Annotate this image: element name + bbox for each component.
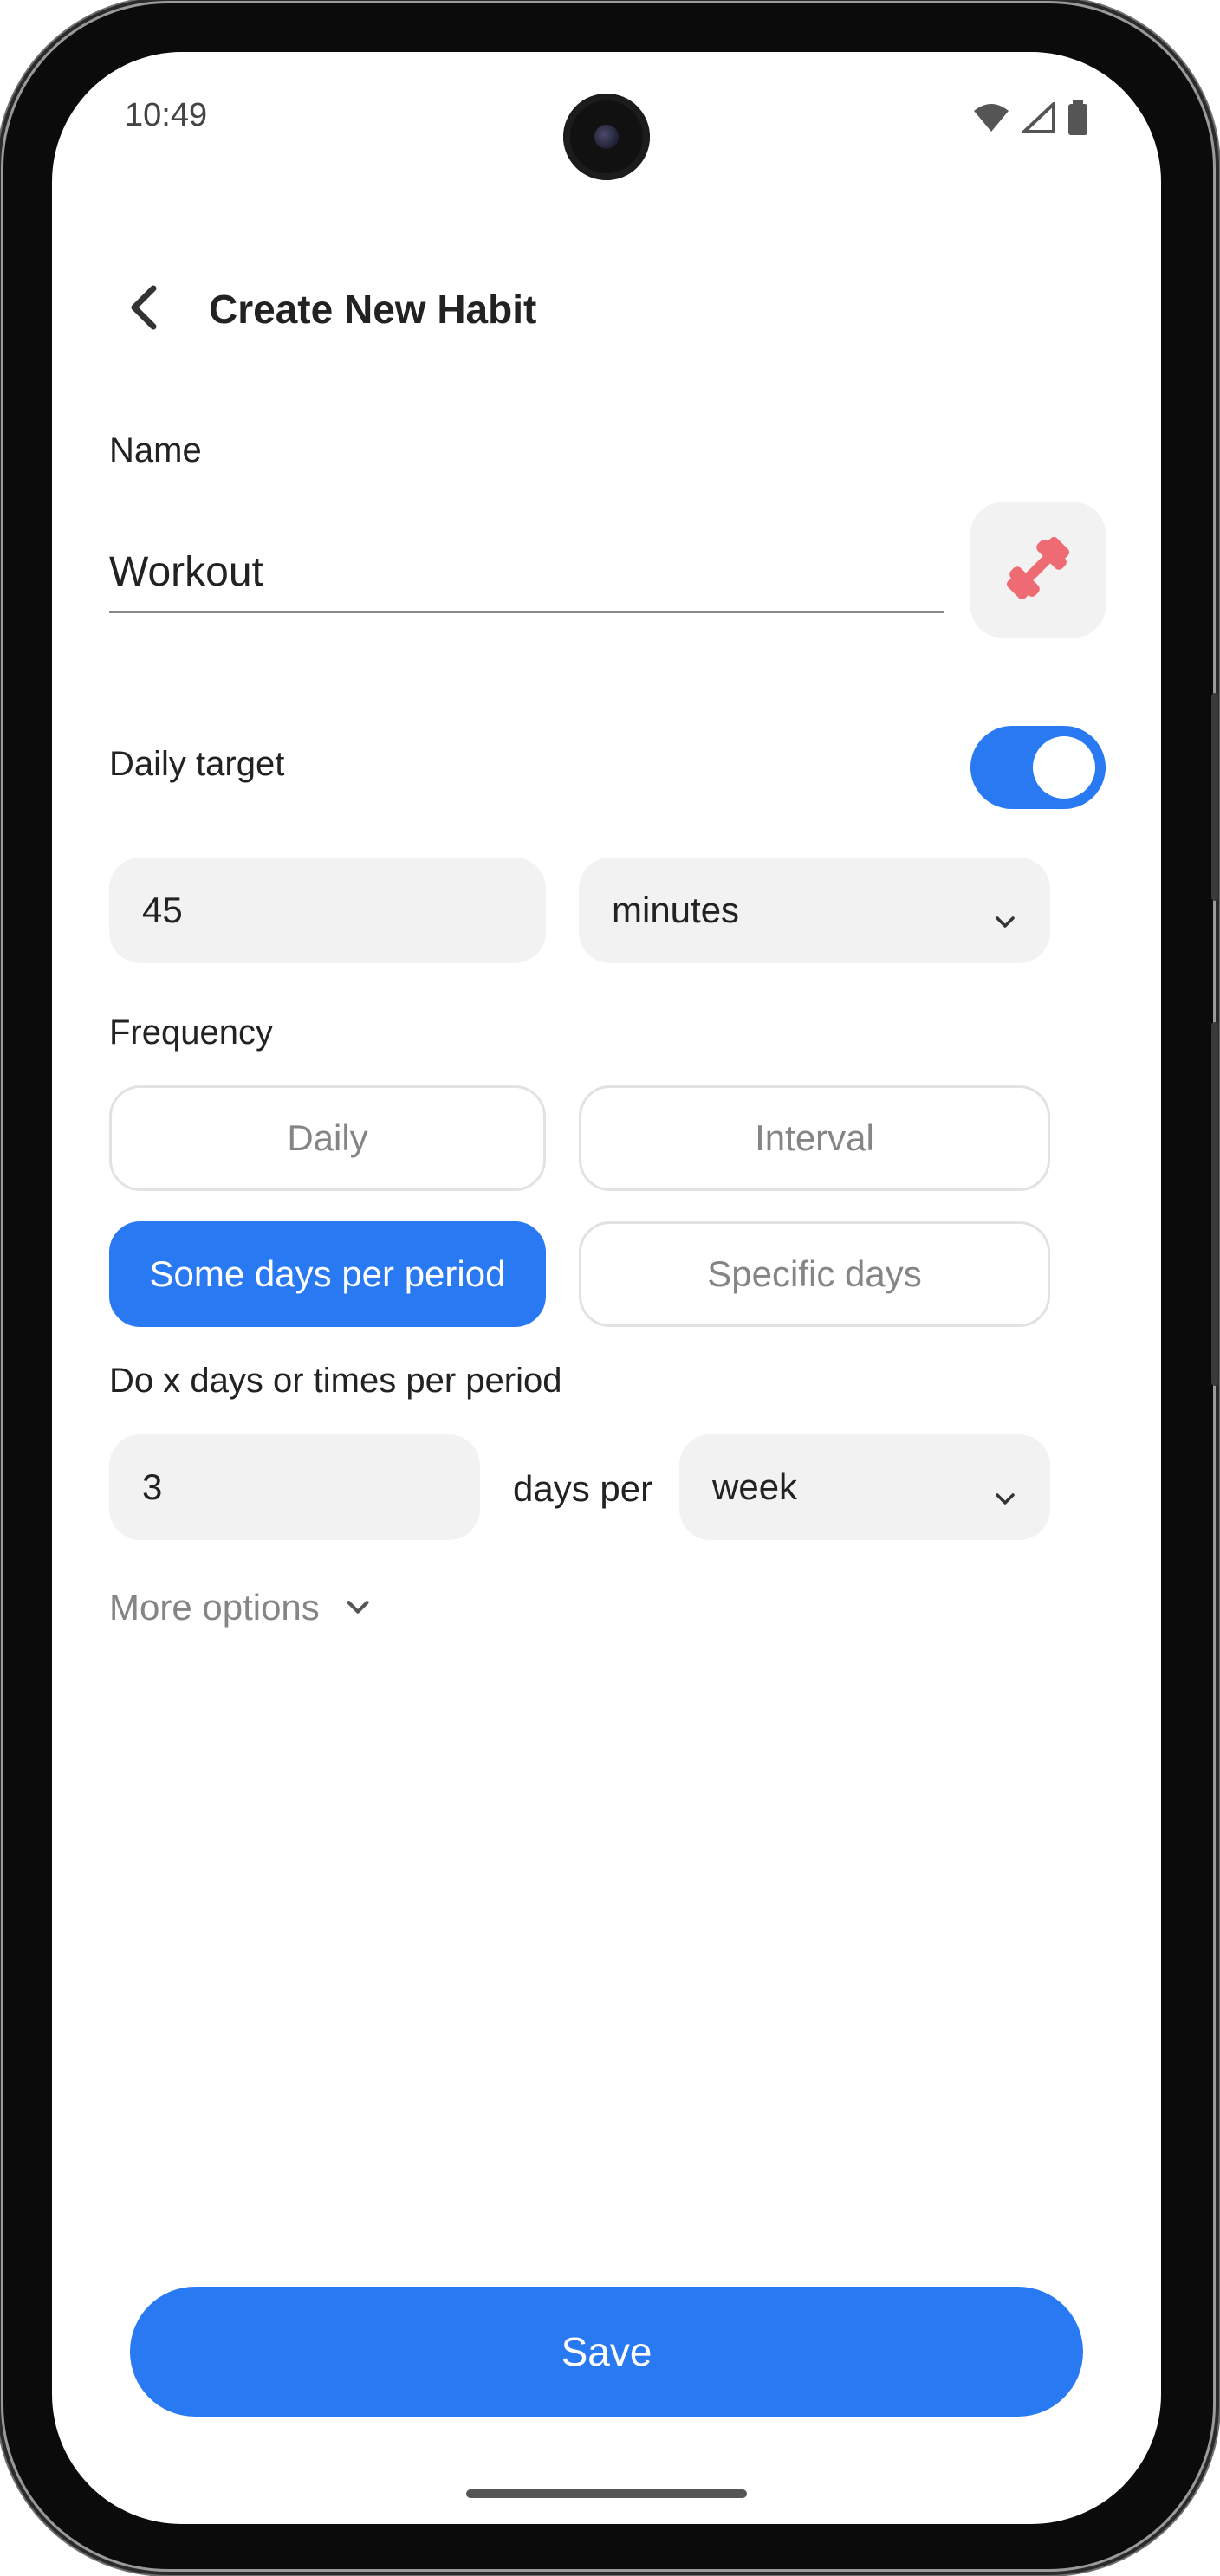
dumbbell-icon [1002, 532, 1074, 609]
power-button [1211, 693, 1218, 901]
volume-button [1211, 1022, 1218, 1386]
save-button[interactable]: Save [130, 2287, 1083, 2417]
period-value: week [712, 1466, 798, 1507]
status-time: 10:49 [125, 97, 208, 133]
target-unit-select[interactable]: minutes [579, 858, 1050, 963]
front-camera [563, 94, 650, 180]
frequency-option-interval[interactable]: Interval [579, 1085, 1050, 1191]
daily-target-label: Daily target [109, 745, 285, 783]
signal-icon [1019, 100, 1055, 138]
status-icons [972, 100, 1088, 139]
frequency-option-some-days-per-period[interactable]: Some days per period [109, 1221, 546, 1327]
target-unit-value: minutes [612, 890, 740, 930]
habit-icon-picker[interactable] [970, 502, 1106, 638]
name-label: Name [109, 431, 202, 469]
wifi-icon [972, 102, 1010, 138]
frequency-label: Frequency [109, 1013, 273, 1052]
chevron-down-icon [995, 1477, 1016, 1518]
home-indicator[interactable] [466, 2489, 747, 2498]
app-screen: 10:49 Create New Habit Name Workout Dail… [52, 52, 1161, 2524]
frequency-option-specific-days[interactable]: Specific days [579, 1221, 1050, 1327]
frequency-option-daily[interactable]: Daily [109, 1085, 546, 1191]
chevron-left-icon [129, 285, 159, 334]
chevron-down-icon [346, 1587, 370, 1628]
name-input[interactable]: Workout [109, 533, 944, 613]
target-amount-input[interactable]: 45 [109, 858, 546, 963]
toggle-knob [1033, 736, 1095, 799]
days-count-input[interactable]: 3 [109, 1434, 480, 1540]
back-button[interactable] [118, 279, 170, 340]
period-select[interactable]: week [679, 1434, 1050, 1540]
more-options-label: More options [109, 1587, 320, 1628]
page-title: Create New Habit [209, 287, 537, 332]
daily-target-toggle[interactable] [970, 726, 1106, 809]
days-per-text: days per [513, 1468, 653, 1509]
battery-icon [1068, 100, 1088, 139]
more-options-toggle[interactable]: More options [109, 1587, 370, 1628]
chevron-down-icon [995, 900, 1016, 942]
frequency-hint: Do x days or times per period [109, 1362, 562, 1400]
